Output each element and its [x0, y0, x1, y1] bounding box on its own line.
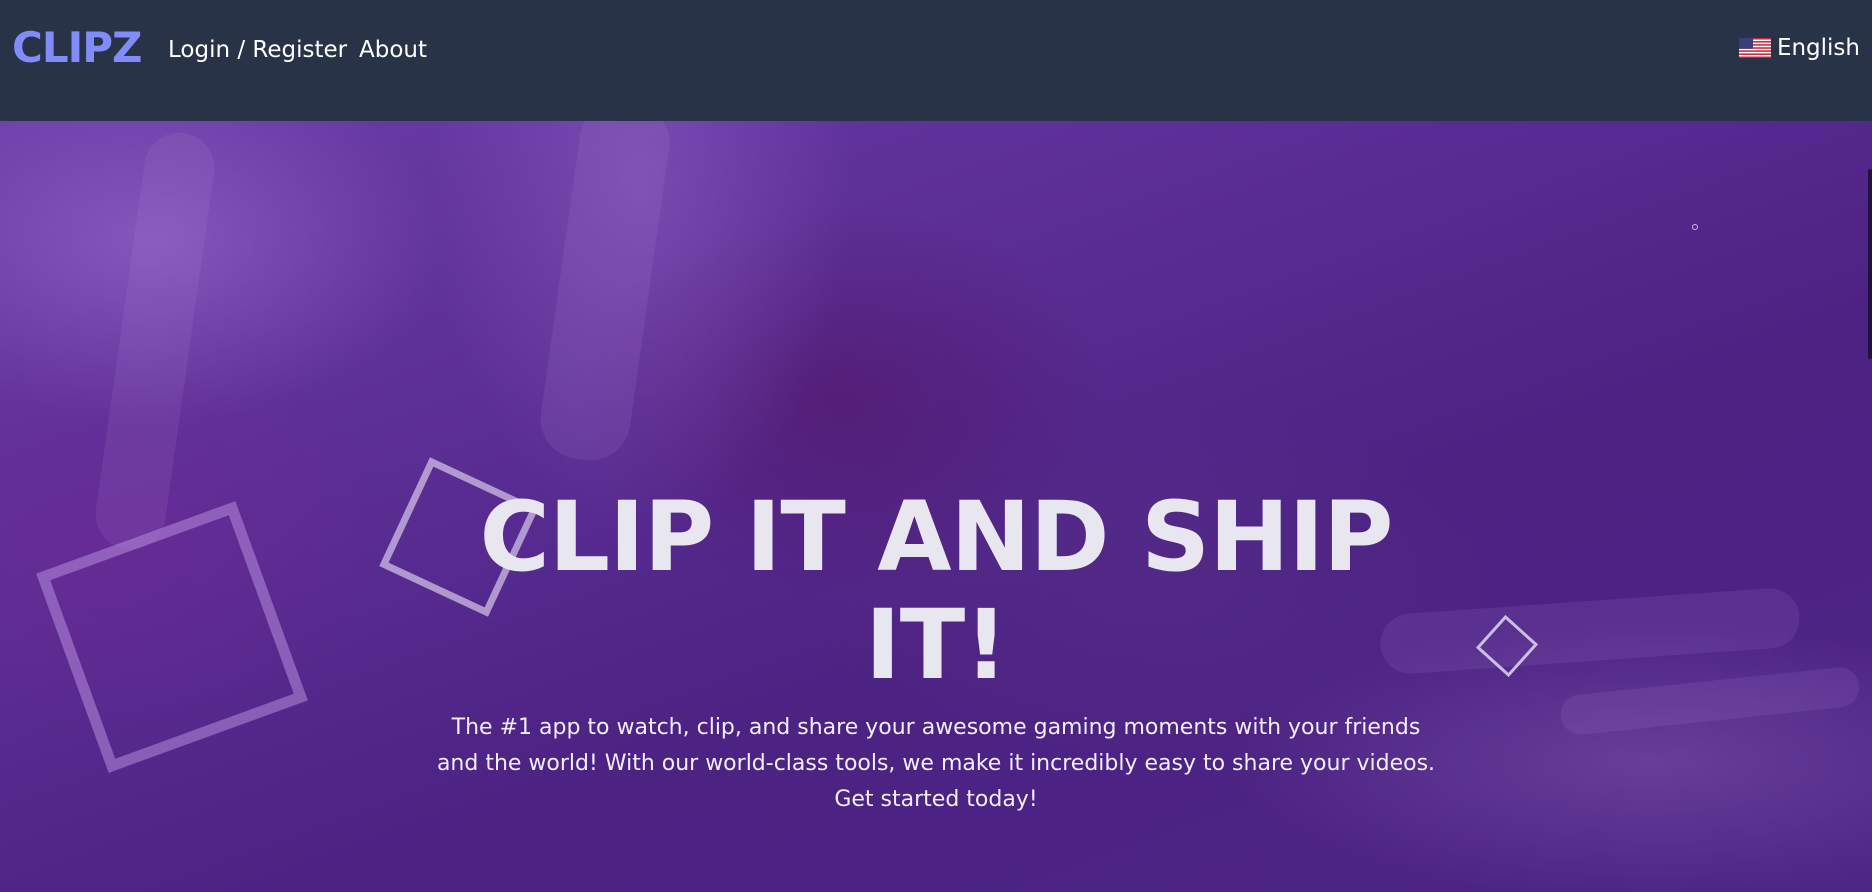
- hero-section: CLIP IT AND SHIP IT! The #1 app to watch…: [0, 121, 1872, 892]
- hero-description: The #1 app to watch, clip, and share you…: [436, 715, 1436, 812]
- us-flag-icon: [1738, 38, 1771, 58]
- background-streak: [535, 121, 675, 466]
- login-register-link[interactable]: Login / Register: [168, 34, 347, 66]
- decorative-square-large: [36, 501, 308, 773]
- about-link[interactable]: About: [359, 34, 427, 66]
- language-label: English: [1776, 35, 1860, 61]
- navbar: CLIPZ Login / Register About English: [0, 0, 1872, 121]
- language-selector[interactable]: English: [1738, 32, 1860, 64]
- brand-logo[interactable]: CLIPZ: [12, 21, 142, 75]
- hero-title: CLIP IT AND SHIP IT!: [479, 481, 1393, 701]
- decorative-dot: [1692, 224, 1698, 230]
- background-streak: [91, 128, 219, 554]
- background-streak: [1558, 665, 1862, 737]
- scrollbar-thumb[interactable]: [1868, 169, 1872, 359]
